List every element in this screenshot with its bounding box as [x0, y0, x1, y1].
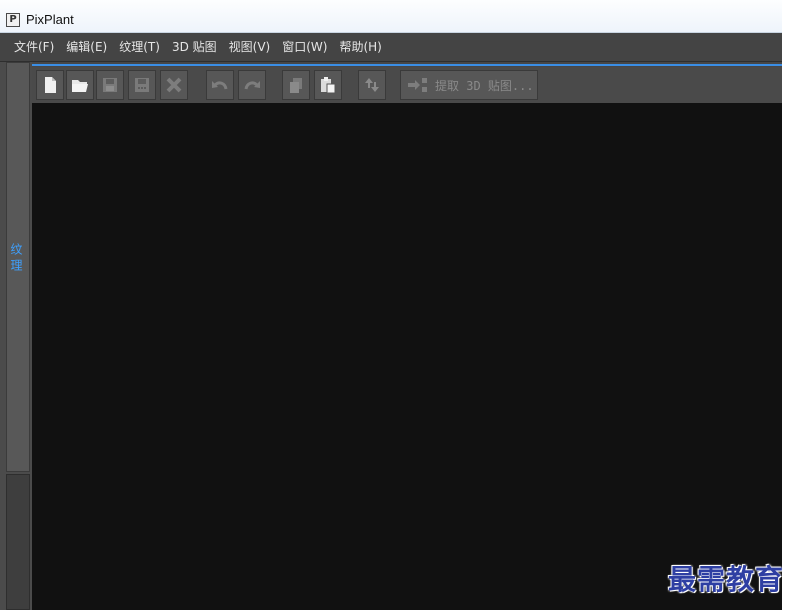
extract-3d-map-button[interactable]: 提取 3D 贴图... [400, 70, 538, 100]
copy-button[interactable] [282, 70, 310, 100]
texture-dock-tab[interactable]: 纹理 [6, 62, 30, 472]
texture-dock-tab-label: 纹理 [9, 243, 23, 275]
swap-button[interactable] [358, 70, 386, 100]
main-toolbar: 提取 3D 贴图... [32, 67, 782, 103]
copy-icon [290, 78, 302, 93]
extract-3d-map-label: 提取 3D 贴图... [435, 78, 534, 93]
window-title: PixPlant [26, 12, 74, 27]
swap-icon [365, 78, 379, 92]
undo-icon [212, 81, 228, 90]
paste-icon [321, 77, 336, 94]
save-button[interactable] [96, 70, 124, 100]
new-button[interactable] [36, 70, 64, 100]
window-border [782, 0, 792, 610]
undo-button[interactable] [206, 70, 234, 100]
menu-file[interactable]: 文件(F) [0, 33, 60, 61]
save-icon [103, 78, 117, 92]
menu-texture[interactable]: 纹理(T) [113, 33, 166, 61]
accent-divider [32, 64, 782, 66]
menu-bar: 文件(F) 编辑(E) 纹理(T) 3D 贴图 视图(V) 窗口(W) 帮助(H… [0, 33, 782, 62]
menu-3d-map[interactable]: 3D 贴图 [166, 33, 223, 61]
watermark-text: 最需教育 [667, 563, 784, 596]
open-button[interactable] [66, 70, 94, 100]
new-file-icon [45, 77, 56, 93]
menu-help[interactable]: 帮助(H) [333, 33, 387, 61]
close-x-icon [166, 77, 182, 93]
paste-button[interactable] [314, 70, 342, 100]
open-folder-icon [72, 80, 88, 92]
redo-button[interactable] [238, 70, 266, 100]
save-as-button[interactable] [128, 70, 156, 100]
dock-collapsed-panel[interactable] [6, 474, 30, 610]
menu-edit[interactable]: 编辑(E) [60, 33, 113, 61]
save-as-icon [135, 78, 149, 92]
window-titlebar: P PixPlant [0, 0, 782, 33]
extract-arrow-icon [408, 78, 427, 92]
menu-view[interactable]: 视图(V) [223, 33, 277, 61]
pixplant-logo-icon: P [6, 13, 20, 27]
redo-icon [244, 81, 260, 90]
close-button[interactable] [160, 70, 188, 100]
menu-window[interactable]: 窗口(W) [276, 33, 333, 61]
texture-canvas[interactable] [32, 103, 782, 610]
left-dock-panel: 纹理 [0, 62, 32, 610]
main-workspace: 提取 3D 贴图... [32, 62, 782, 610]
